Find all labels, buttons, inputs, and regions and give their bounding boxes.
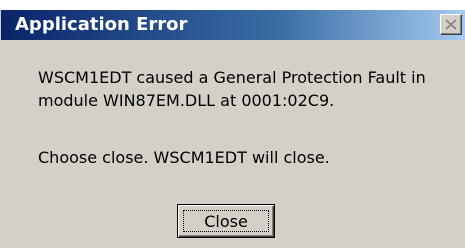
error-message-line1: WSCM1EDT caused a General Protection Fau… [38,68,426,110]
close-button-label: Close [204,211,248,231]
error-message: WSCM1EDT caused a General Protection Fau… [38,66,458,169]
title-bar[interactable]: Application Error [1,10,465,40]
close-x-icon [445,19,457,30]
close-button[interactable]: Close [177,204,275,238]
dialog-title: Application Error [15,14,188,35]
application-error-dialog: Application Error WSCM1EDT caused a Gene… [0,10,465,248]
title-close-button[interactable] [440,14,462,35]
error-message-line2: Choose close. WSCM1EDT will close. [38,148,330,167]
